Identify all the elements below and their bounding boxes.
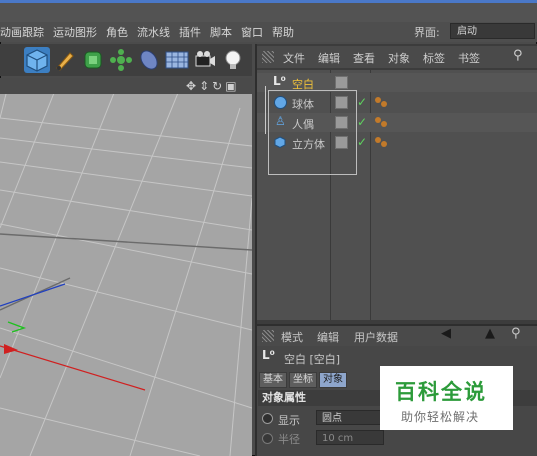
menu-user-data[interactable]: 用户数据 [354, 329, 398, 345]
floor-icon[interactable] [164, 47, 190, 73]
panel-grip-icon[interactable] [262, 51, 274, 63]
maximize-icon[interactable]: ▣ [225, 79, 239, 93]
tab-coord[interactable]: 坐标 [289, 372, 317, 388]
menu-item-mograph[interactable]: 运动图形 [53, 24, 106, 40]
tab-basic[interactable]: 基本 [259, 372, 287, 388]
rotate-icon[interactable]: ↻ [212, 79, 225, 93]
menu-object[interactable]: 对象 [388, 50, 410, 66]
tag-dot-icon[interactable] [375, 137, 381, 143]
move-icon[interactable]: ✥ [186, 79, 199, 93]
object-manager-menu: 文件 编辑 查看 对象 标签 书签 ⚲ [257, 46, 537, 68]
selection-rectangle [268, 90, 357, 175]
tag-dot-icon[interactable] [381, 121, 387, 127]
enabled-check-icon[interactable]: ✓ [357, 115, 367, 129]
title-bar [0, 0, 537, 23]
menu-bookmarks[interactable]: 书签 [458, 50, 480, 66]
visibility-toggle[interactable] [335, 76, 348, 89]
tag-dot-icon[interactable] [381, 141, 387, 147]
watermark-subtitle: 助你轻松解决 [401, 410, 480, 424]
menu-item-plugins[interactable]: 插件 [179, 24, 210, 40]
light-icon[interactable] [220, 47, 246, 73]
menu-item-script[interactable]: 脚本 [210, 24, 241, 40]
tag-dot-icon[interactable] [375, 117, 381, 123]
null-icon: L⁰ [262, 348, 275, 362]
tab-object[interactable]: 对象 [319, 372, 347, 388]
search-icon[interactable]: ⚲ [513, 48, 523, 63]
menu-mode[interactable]: 模式 [281, 329, 303, 345]
display-anim-toggle[interactable] [262, 413, 273, 424]
watermark-title: 百科全说 [395, 380, 487, 404]
up-arrow-icon[interactable]: ▲ [485, 326, 495, 341]
radius-input[interactable]: 10 cm [316, 430, 384, 445]
cube-icon[interactable] [24, 47, 50, 73]
radius-anim-toggle[interactable] [262, 433, 273, 444]
pen-icon[interactable] [52, 47, 78, 73]
hierarchy-line [265, 86, 266, 134]
tag-dot-icon[interactable] [381, 101, 387, 107]
layout-select[interactable]: 启动 [450, 23, 535, 39]
deformer-icon[interactable] [136, 47, 162, 73]
menu-tags[interactable]: 标签 [423, 50, 445, 66]
attributes-menu: 模式 编辑 用户数据 ◀ ▲ ⚲ [257, 324, 537, 346]
zoom-icon[interactable]: ⇕ [199, 79, 212, 93]
menu-item-pipeline[interactable]: 流水线 [137, 24, 179, 40]
subdivision-icon[interactable] [80, 47, 106, 73]
3d-viewport[interactable] [0, 78, 252, 456]
menu-item-window[interactable]: 窗口 [241, 24, 272, 40]
menu-file[interactable]: 文件 [283, 50, 305, 66]
panel-grip-icon[interactable] [262, 330, 274, 342]
search-icon[interactable]: ⚲ [511, 326, 521, 341]
radius-label: 半径 [278, 433, 300, 446]
menu-item-help[interactable]: 帮助 [272, 24, 303, 40]
layout-label: 界面: [414, 26, 440, 39]
menu-item-tracking[interactable]: 动画跟踪 [0, 24, 53, 40]
viewport-nav-icons: ✥⇕↻▣ [186, 79, 240, 93]
menu-attr-edit[interactable]: 编辑 [317, 329, 339, 345]
back-arrow-icon[interactable]: ◀ [441, 326, 451, 341]
null-icon: L⁰ [273, 74, 286, 88]
cloner-icon[interactable] [108, 47, 134, 73]
enabled-check-icon[interactable]: ✓ [357, 95, 367, 109]
object-title: 空白 [空白] [284, 353, 341, 366]
camera-icon[interactable] [192, 47, 218, 73]
menu-view[interactable]: 查看 [353, 50, 375, 66]
display-label: 显示 [278, 414, 300, 427]
menu-item-character[interactable]: 角色 [106, 24, 137, 40]
display-select[interactable]: 圆点 [316, 410, 384, 425]
enabled-check-icon[interactable]: ✓ [357, 135, 367, 149]
window-accent-strip [0, 0, 537, 3]
menu-edit[interactable]: 编辑 [318, 50, 340, 66]
main-menu: 动画跟踪 运动图形 角色 流水线 插件 脚本 窗口 帮助 [0, 24, 303, 40]
tag-dot-icon[interactable] [375, 97, 381, 103]
